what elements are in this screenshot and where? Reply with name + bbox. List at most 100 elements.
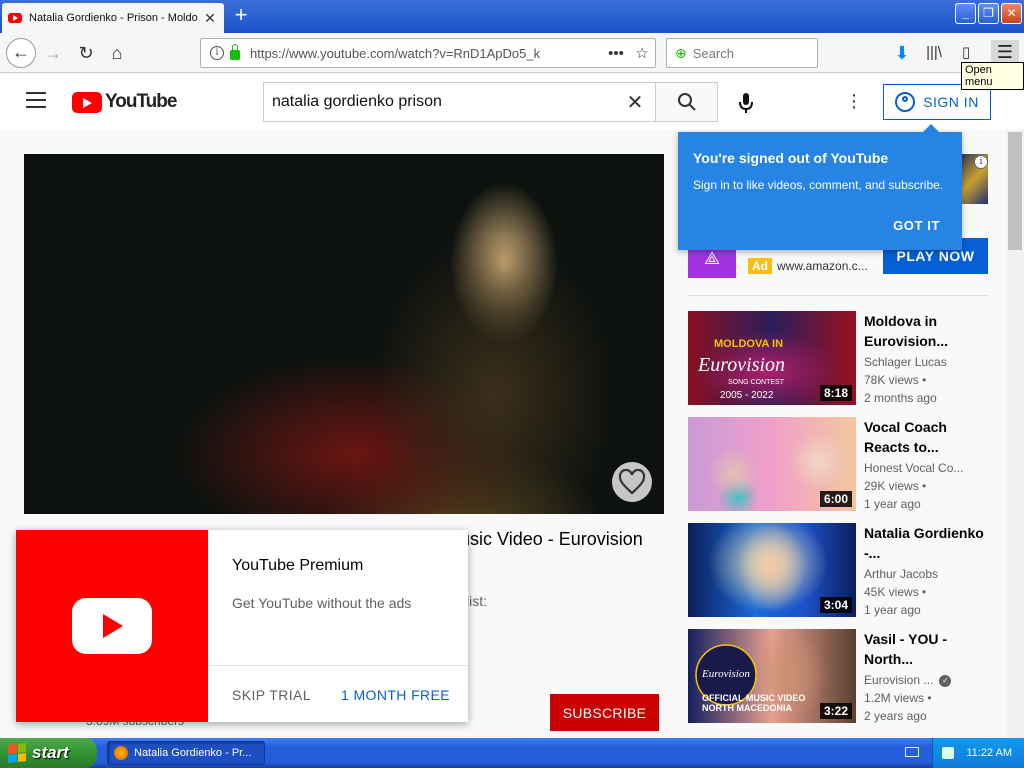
system-tray: 11:22 AM [932, 738, 1024, 768]
keyboard-icon[interactable] [905, 747, 919, 757]
browser-navbar: ← → ↻ ⌂ i https://www.youtube.com/watch?… [0, 33, 1024, 73]
clear-search-icon[interactable]: ✕ [623, 90, 647, 115]
svg-text:NORTH MACEDONIA: NORTH MACEDONIA [702, 703, 792, 713]
settings-more-icon[interactable]: · · · [846, 85, 862, 117]
recommendation-thumbnail[interactable]: 6:00 [688, 417, 856, 511]
recommendation-channel[interactable]: Honest Vocal Co... [864, 461, 988, 475]
browser-tab[interactable]: Natalia Gordienko - Prison - Moldo ✕ [2, 3, 224, 33]
skip-trial-button[interactable]: SKIP TRIAL [232, 687, 311, 703]
library-icon[interactable]: |||\ [921, 41, 947, 65]
back-arrow-icon[interactable]: ← [6, 38, 36, 68]
ad-info-icon[interactable]: i [974, 155, 988, 169]
recommendation-age: 2 years ago [864, 709, 927, 723]
clock: 11:22 AM [966, 747, 1012, 759]
recommendation-channel[interactable]: Schlager Lucas [864, 355, 988, 369]
recommendation-thumbnail[interactable]: 3:04 [688, 523, 856, 617]
recommendation-thumbnail[interactable]: MOLDOVA IN Eurovision SONG CONTEST 2005 … [688, 311, 856, 405]
signed-out-heading: You're signed out of YouTube [693, 150, 889, 166]
window-controls: _ ❐ ✕ [955, 3, 1022, 24]
recommendation-title[interactable]: Vocal Coach Reacts to... [864, 417, 988, 457]
svg-text:SONG CONTEST: SONG CONTEST [728, 379, 785, 386]
video-player[interactable] [24, 154, 664, 514]
recommendation-thumbnail[interactable]: Eurovision OFFICIAL MUSIC VIDEO NORTH MA… [688, 629, 856, 723]
recommendation-title[interactable]: Moldova in Eurovision... [864, 311, 988, 351]
like-heart-icon[interactable] [612, 462, 652, 502]
home-icon[interactable]: ⌂ [104, 41, 130, 65]
premium-description: Get YouTube without the ads [232, 595, 412, 611]
account-icon [895, 92, 916, 112]
taskbar-item-label: Natalia Gordienko - Pr... [134, 747, 252, 759]
channel-name[interactable]: Eurovision ... [864, 673, 933, 687]
subscribe-button[interactable]: SUBSCRIBE [550, 694, 659, 731]
video-frame [24, 154, 664, 514]
recommendation-title[interactable]: Natalia Gordienko -... [864, 523, 988, 563]
windows-flag-icon [8, 743, 26, 763]
restore-icon[interactable]: ❐ [978, 3, 999, 24]
recommendation-title[interactable]: Vasil - YOU - North... [864, 629, 988, 669]
recommendation-views: 29K views • [864, 479, 927, 493]
scrollbar-thumb[interactable] [1008, 132, 1022, 250]
url-bar[interactable]: i https://www.youtube.com/watch?v=RnD1Ap… [200, 38, 656, 68]
recommendation-views: 78K views • [864, 373, 927, 387]
youtube-logo[interactable]: YouTube [72, 91, 177, 113]
reload-icon[interactable]: ↻ [73, 41, 99, 65]
download-icon[interactable]: ⬇ [889, 41, 915, 65]
recommendation-item[interactable]: 3:04 Natalia Gordienko -... Arthur Jacob… [688, 523, 988, 617]
sidebar-divider [688, 295, 988, 296]
new-tab-icon[interactable]: + [230, 4, 252, 27]
recommendation-item[interactable]: MOLDOVA IN Eurovision SONG CONTEST 2005 … [688, 311, 988, 405]
got-it-button[interactable]: GOT IT [893, 218, 940, 233]
premium-name: YouTube Premium [232, 557, 364, 574]
site-info-icon[interactable]: i [210, 46, 224, 60]
windows-taskbar: start Natalia Gordienko - Pr... 11:22 AM [0, 738, 1024, 768]
video-duration: 3:04 [819, 597, 852, 613]
url-text[interactable]: https://www.youtube.com/watch?v=RnD1ApDo… [250, 46, 603, 61]
ad-badge: Ad [748, 258, 772, 274]
lock-icon [230, 44, 240, 60]
video-duration: 3:22 [819, 703, 852, 719]
video-duration: 6:00 [819, 491, 852, 507]
forward-arrow-icon[interactable]: → [40, 41, 66, 65]
youtube-premium-logo-icon [72, 598, 152, 654]
minimize-icon[interactable]: _ [955, 3, 976, 24]
svg-text:Eurovision: Eurovision [701, 668, 750, 680]
verified-check-icon: ✓ [939, 674, 952, 687]
search-button[interactable] [655, 82, 718, 122]
recommendation-item[interactable]: Eurovision OFFICIAL MUSIC VIDEO NORTH MA… [688, 629, 988, 723]
playlist-label: list: [466, 593, 487, 609]
recommendation-views: 45K views • [864, 585, 927, 599]
browser-search-placeholder: Search [692, 45, 734, 61]
youtube-search-input[interactable]: natalia gordienko prison ✕ [263, 82, 655, 122]
search-engine-icon: ⊕ [675, 44, 687, 61]
search-icon [677, 93, 696, 111]
premium-promo-dialog: YouTube Premium Get YouTube without the … [16, 530, 468, 722]
recommendation-item[interactable]: 6:00 Vocal Coach Reacts to... Honest Voc… [688, 417, 988, 511]
video-duration: 8:18 [819, 385, 852, 401]
search-query[interactable]: natalia gordienko prison [272, 93, 623, 111]
bookmark-star-icon[interactable]: ☆ [629, 44, 655, 62]
taskbar-firefox-item[interactable]: Natalia Gordienko - Pr... [107, 741, 265, 765]
microphone-icon[interactable] [737, 92, 755, 114]
start-label: start [32, 743, 69, 762]
menu-tooltip: Open menu [961, 62, 1024, 90]
recommendation-views: 1.2M views • [864, 691, 932, 705]
browser-tabbar: Natalia Gordienko - Prison - Moldo ✕ + _… [0, 0, 1024, 33]
guide-menu-icon[interactable] [26, 92, 46, 108]
browser-search-field[interactable]: ⊕ Search [666, 38, 818, 68]
svg-text:Eurovision: Eurovision [697, 354, 785, 376]
close-tab-icon[interactable]: ✕ [202, 10, 218, 27]
tab-title: Natalia Gordienko - Prison - Moldo [29, 12, 198, 24]
close-window-icon[interactable]: ✕ [1001, 3, 1022, 24]
page-actions-icon[interactable]: ••• [603, 45, 629, 62]
youtube-logo-text: YouTube [105, 91, 177, 112]
video-title: usic Video - Eurovision [460, 529, 643, 549]
start-button[interactable]: start [0, 738, 97, 768]
month-free-button[interactable]: 1 MONTH FREE [341, 687, 450, 703]
recommendation-age: 1 year ago [864, 497, 921, 511]
recommendation-channel[interactable]: Eurovision ... ✓ [864, 673, 988, 687]
network-icon[interactable] [942, 747, 955, 759]
ad-url[interactable]: www.amazon.c... [777, 259, 868, 273]
svg-text:2005 - 2022: 2005 - 2022 [720, 390, 774, 401]
recommendation-channel[interactable]: Arthur Jacobs [864, 567, 988, 581]
signed-out-body: Sign in to like videos, comment, and sub… [693, 178, 944, 192]
